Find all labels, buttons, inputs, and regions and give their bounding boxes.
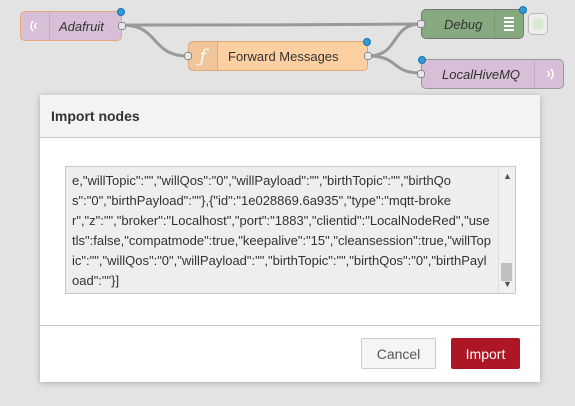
dialog-footer: Cancel Import [40,326,540,383]
scroll-up-arrow-icon[interactable]: ▲ [503,171,512,181]
node-adafruit[interactable]: Adafruit [20,8,126,41]
wire-adafruit-forward [121,23,189,58]
function-icon: ƒ [189,42,218,70]
node-label: Forward Messages [228,48,339,64]
import-button[interactable]: Import [451,338,520,369]
dialog-body: e,"willTopic":"","willQos":"0","willPayl… [40,138,540,326]
changed-indicator [117,8,125,16]
import-nodes-dialog: Import nodes e,"willTopic":"","willQos":… [40,95,540,382]
node-label: Adafruit [59,18,104,34]
cancel-button[interactable]: Cancel [361,338,436,369]
textarea-scrollbar[interactable]: ▲ ▼ [498,167,515,293]
output-port[interactable] [364,52,372,60]
changed-indicator [418,56,426,64]
input-port[interactable] [417,70,425,78]
input-port[interactable] [184,52,192,60]
node-debug[interactable]: Debug [417,6,527,39]
broadcast-icon [534,60,563,88]
broadcast-icon [21,12,50,40]
changed-indicator [519,6,527,14]
output-port[interactable] [118,22,126,30]
debug-toggle-button[interactable] [528,13,548,35]
wire-forward-localhive [367,54,422,75]
input-port[interactable] [417,20,425,28]
import-textarea-content[interactable]: e,"willTopic":"","willQos":"0","willPayl… [72,171,493,291]
node-label: LocalHiveMQ [442,66,521,82]
node-localhivemq[interactable]: LocalHiveMQ [417,56,564,89]
import-textarea[interactable]: e,"willTopic":"","willQos":"0","willPayl… [65,166,516,294]
wire-adafruit-debug [121,22,422,27]
debug-list-icon [494,10,523,38]
changed-indicator [363,38,371,46]
dialog-title: Import nodes [40,95,540,138]
wire-forward-debug [367,22,422,58]
node-label: Debug [444,16,483,32]
node-forward-messages[interactable]: ƒ Forward Messages [184,38,372,71]
scroll-down-arrow-icon[interactable]: ▼ [503,279,512,289]
